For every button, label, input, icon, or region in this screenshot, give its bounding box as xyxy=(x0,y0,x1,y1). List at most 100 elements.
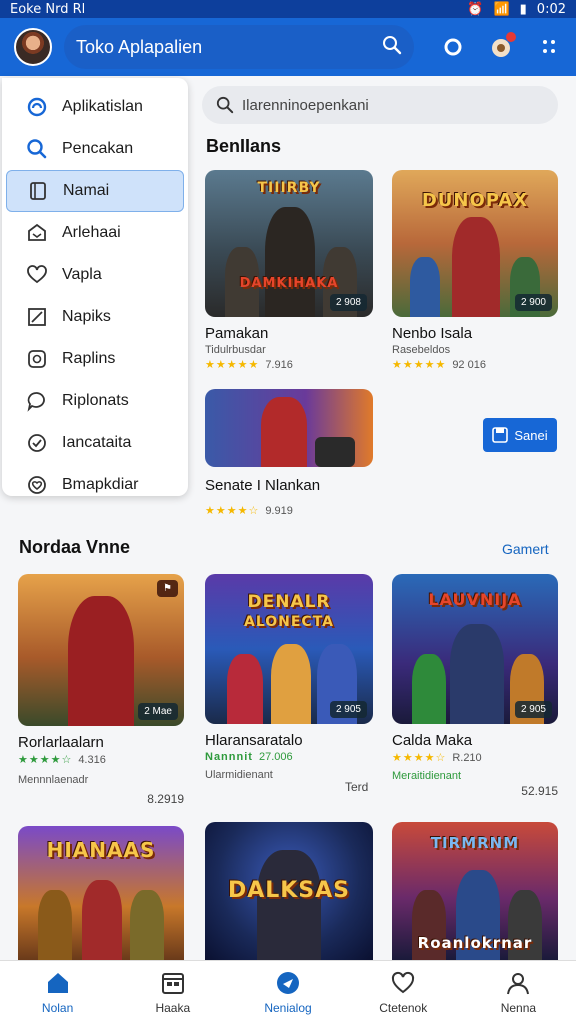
app-card[interactable]: TIIIRBY DAMKIHAKA 2 908 Pamakan Tidulrbu… xyxy=(205,170,373,371)
bottom-navigation: Nolan Haaka Nenialog Ctetenok Nenna xyxy=(0,960,576,1024)
app-thumbnail xyxy=(205,389,373,467)
drawer-item-favorites[interactable]: Bmapkdiar xyxy=(6,464,184,506)
drawer-item-label: Raplins xyxy=(62,350,116,367)
app-developer: Meraitidienant xyxy=(392,770,462,782)
save-button[interactable]: Sanei xyxy=(483,418,557,452)
notification-badge xyxy=(506,32,516,42)
app-title: Toko Aplapalien xyxy=(76,36,203,57)
drawer-item-label: Riplonats xyxy=(62,392,129,409)
app-name: Pamakan xyxy=(205,325,269,342)
more-icon[interactable] xyxy=(536,34,562,60)
alarm-icon: ⏰ xyxy=(467,1,484,17)
app-thumbnail: TIRMRNM Roanlokrnar xyxy=(392,822,558,960)
app-thumbnail: DALKSAS xyxy=(205,822,373,960)
app-rating: ★★★★☆ 9.919 xyxy=(205,504,373,518)
app-card[interactable]: DENALR ALONECTA 2 905 Hlaransaratalo Nan… xyxy=(205,574,373,794)
rating-value: 4.316 xyxy=(78,753,106,766)
app-card[interactable]: TIRMRNM Roanlokrnar xyxy=(392,822,558,960)
game-logo: TIIIRBY xyxy=(257,180,321,196)
section-title: Nordaa Vnne xyxy=(19,537,131,557)
app-name: Nenbo Isala xyxy=(392,325,473,342)
drawer-item-updates[interactable]: Raplins xyxy=(6,338,184,380)
game-logo: HIANAAS xyxy=(46,838,156,862)
drawer-item-label: Arlehaai xyxy=(62,224,121,241)
search-icon xyxy=(27,139,47,159)
chat-icon xyxy=(27,392,45,412)
drawer-item-label: Namai xyxy=(63,182,110,199)
search-bar[interactable]: Ilarenninoepenkani xyxy=(202,86,558,124)
rating-stars: ★★★★☆ xyxy=(392,752,447,764)
drawer-item-reviews[interactable]: Riplonats xyxy=(6,380,184,422)
app-card[interactable]: DUNOPAX 2 900 Nenbo Isala Rasebeldos ★★★… xyxy=(392,170,558,371)
nav-item-wishlist[interactable]: Ctetenok xyxy=(346,961,461,1024)
drawer-item-search[interactable]: Pencakan xyxy=(6,128,184,170)
drawer-item-label: Aplikatislan xyxy=(62,98,143,115)
drawer-item-installed[interactable]: Iancataita xyxy=(6,422,184,464)
app-developer: Mennnlaenadr xyxy=(18,774,89,786)
search-icon xyxy=(216,96,234,114)
drawer-item-label: Bmapkdiar xyxy=(62,476,139,493)
avatar[interactable] xyxy=(14,28,52,66)
app-name: Calda Maka xyxy=(392,732,473,749)
calendar-icon xyxy=(161,973,184,994)
app-thumbnail: DUNOPAX 2 900 xyxy=(392,170,558,317)
drawer-item-inbox[interactable]: Arlehaai xyxy=(6,212,184,254)
see-all-link[interactable]: Gamert xyxy=(502,541,549,557)
app-developer: Tidulrbusdar xyxy=(205,344,266,356)
nav-label: Ctetenok xyxy=(379,1001,428,1015)
app-card[interactable]: LAUVNIJA 2 905 Calda Maka ★★★★☆ R.210 Me… xyxy=(392,574,558,798)
rating-label: Nannnit xyxy=(205,751,253,763)
app-rating: ★★★★☆ R.210 xyxy=(392,751,558,765)
inbox-icon xyxy=(28,223,46,241)
status-left-text: Eoke Nrd Rl xyxy=(10,1,86,17)
size-badge: 2 905 xyxy=(514,701,552,718)
nav-item-calendar[interactable]: Haaka xyxy=(115,961,230,1024)
rating-stars: ★★★★★ xyxy=(392,359,447,371)
game-logo: TIRMRNM xyxy=(430,834,520,852)
game-logo-sub: DAMKIHAKA xyxy=(239,276,339,291)
size-badge: 2 900 xyxy=(514,294,552,311)
nav-item-explore[interactable]: Nenialog xyxy=(230,961,345,1024)
app-thumbnail: HIANAAS xyxy=(18,826,184,960)
heart-icon xyxy=(27,265,47,284)
game-logo: DUNOPAX xyxy=(421,190,529,211)
compass-icon xyxy=(277,972,299,994)
search-icon[interactable] xyxy=(382,35,402,60)
library-icon xyxy=(30,182,46,200)
app-card[interactable]: Senate I Nlankan ★★★★☆ 9.919 xyxy=(205,389,373,517)
app-size: 52.915 xyxy=(521,784,558,798)
nav-item-profile[interactable]: Nenna xyxy=(461,961,576,1024)
home-icon xyxy=(47,973,68,993)
edit-icon xyxy=(28,308,46,326)
drawer-item-label: Pencakan xyxy=(62,140,134,157)
app-bar: Toko Aplapalien xyxy=(0,18,576,76)
rating-value: 92 016 xyxy=(452,358,486,371)
record-icon[interactable] xyxy=(440,34,466,60)
app-name: Hlaransaratalo xyxy=(205,732,303,749)
section-title: BenIIans xyxy=(206,136,282,156)
notice-badge: ⚑ xyxy=(157,580,178,597)
app-thumbnail: LAUVNIJA 2 905 xyxy=(392,574,558,724)
nav-item-home[interactable]: Nolan xyxy=(0,961,115,1024)
title-bar[interactable]: Toko Aplapalien xyxy=(64,25,414,69)
refresh-icon xyxy=(28,350,46,368)
battery-icon: ▮ xyxy=(519,1,527,17)
app-rating: ★★★★★ 7.916 xyxy=(205,358,373,372)
notification-icon[interactable] xyxy=(488,32,516,60)
app-name: Senate I Nlankan xyxy=(205,477,321,494)
drawer-item-edit[interactable]: Napiks xyxy=(6,296,184,338)
rating-value: 9.919 xyxy=(265,504,293,517)
drawer-item-library[interactable]: Namai xyxy=(6,170,184,212)
app-developer: Rasebeldos xyxy=(392,344,451,356)
drawer-item-wishlist[interactable]: Vapla xyxy=(6,254,184,296)
rating-value: R.210 xyxy=(452,751,482,764)
nav-label: Nenna xyxy=(500,1001,537,1015)
app-size: 8.2919 xyxy=(147,792,184,806)
rating-stars: ★★★★☆ xyxy=(205,505,260,517)
rating-value: 7.916 xyxy=(265,358,293,371)
app-card[interactable]: DALKSAS xyxy=(205,822,373,960)
search-placeholder: Ilarenninoepenkani xyxy=(242,96,369,114)
drawer-item-apps[interactable]: Aplikatislan xyxy=(6,86,184,128)
app-card[interactable]: ⚑ 2 Mae Rorlarlaalarn ★★★★☆ 4.316 Mennnl… xyxy=(18,574,184,806)
app-card[interactable]: HIANAAS xyxy=(18,826,184,960)
